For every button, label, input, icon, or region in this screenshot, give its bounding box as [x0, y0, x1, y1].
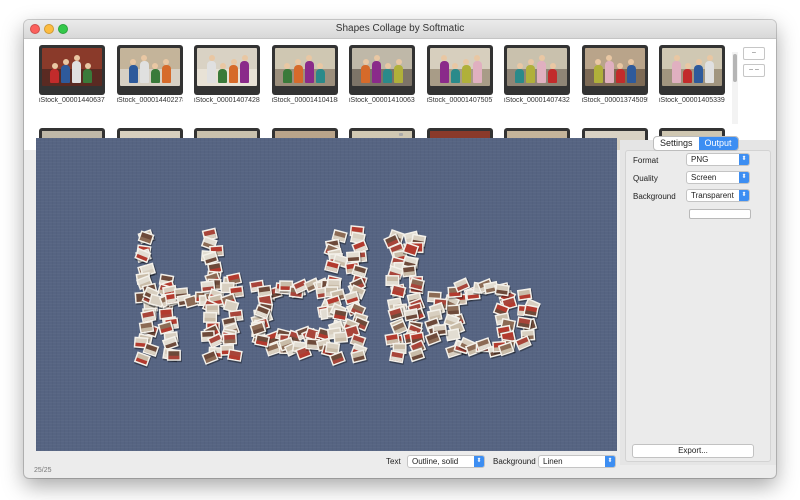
- panel-tabs: Settings Output: [653, 136, 739, 151]
- export-button[interactable]: Export...: [632, 444, 754, 458]
- thumbnail[interactable]: iStock_000014402278_l: [116, 45, 183, 104]
- remove-all-button[interactable]: – –: [743, 64, 765, 77]
- thumbnail[interactable]: iStock_000014074324_l: [504, 45, 570, 104]
- canvas-background-popup[interactable]: Linen ⬍: [538, 455, 616, 468]
- text-style-popup[interactable]: Outline, solid ⬍: [407, 455, 485, 468]
- thumbnail-filename: iStock_000014402278_l: [116, 97, 183, 104]
- thumbnail-filename: iStock_000014104188_l: [271, 97, 338, 104]
- image-count: 25/25: [34, 467, 52, 474]
- thumbnail-image: [271, 45, 338, 95]
- format-value: PNG: [691, 155, 709, 164]
- thumbnail-image: [116, 45, 183, 95]
- hello-collage: [133, 225, 542, 369]
- thumbnail-image: [581, 45, 648, 95]
- thumbnail[interactable]: iStock_000014053390_: [659, 45, 725, 104]
- collage-tile: [516, 316, 533, 332]
- background-value: Transparent: [691, 191, 734, 200]
- text-style-label: Text: [386, 457, 401, 466]
- format-label: Format: [633, 156, 659, 165]
- thumbnail-image: [39, 45, 105, 95]
- chevron-updown-icon: ⬍: [605, 456, 615, 467]
- canvas-background-value: Linen: [543, 457, 563, 466]
- chevron-updown-icon: ⬍: [739, 190, 749, 201]
- app-window: Shapes Collage by Softmatic iStock_00001…: [24, 20, 776, 478]
- thumbnail-filename: iStock_000014074324_l: [504, 97, 570, 104]
- thumbnail-filename: iStock_000014075057_l: [426, 97, 493, 104]
- collage-tile: [494, 283, 511, 298]
- quality-popup[interactable]: Screen ⬍: [686, 171, 750, 184]
- collage-tile: [389, 350, 406, 366]
- collage-tile: [166, 349, 182, 363]
- thumbnail-image: [659, 45, 725, 95]
- collage-canvas[interactable]: [36, 138, 617, 451]
- thumbnail-filename: iStock_000014053390_: [659, 97, 725, 104]
- quality-label: Quality: [633, 174, 658, 183]
- canvas-background-label: Background: [493, 457, 536, 466]
- chevron-updown-icon: ⬍: [739, 172, 749, 183]
- thumbnail-image: [194, 45, 260, 95]
- thumbnail-filename: iStock_000014406374_: [39, 97, 105, 104]
- scrollbar-knob[interactable]: [733, 54, 737, 82]
- split-handle[interactable]: [399, 133, 403, 136]
- background-color-well[interactable]: [689, 209, 751, 219]
- tab-settings[interactable]: Settings: [654, 137, 699, 150]
- thumbnail-filename: iStock_000014100637_l: [349, 97, 415, 104]
- remove-image-button[interactable]: –: [743, 47, 765, 60]
- thumbnail[interactable]: iStock_000014074287_l: [194, 45, 260, 104]
- thumbnail-image: [426, 45, 493, 95]
- thumbnail[interactable]: iStock_000013745095_l: [581, 45, 648, 104]
- tab-output[interactable]: Output: [698, 137, 738, 150]
- collage-tile: [138, 320, 156, 336]
- thumbnail[interactable]: iStock_000014406374_: [39, 45, 105, 104]
- thumbnail[interactable]: iStock_000014104188_l: [271, 45, 338, 104]
- thumbnail-filename: iStock_000013745095_l: [581, 97, 648, 104]
- thumbnail-filename: iStock_000014074287_l: [194, 97, 260, 104]
- window-title: Shapes Collage by Softmatic: [335, 23, 465, 34]
- thumbnail[interactable]: iStock_000014100637_l: [349, 45, 415, 104]
- text-style-value: Outline, solid: [412, 457, 459, 466]
- thumbnail[interactable]: iStock_000014075057_l: [426, 45, 493, 104]
- collage-tile: [222, 333, 239, 347]
- thumbnail-image: [504, 45, 570, 95]
- collage-tile: [227, 348, 244, 364]
- quality-value: Screen: [691, 173, 717, 182]
- thumbnail-image: [349, 45, 415, 95]
- title-bar: Shapes Collage by Softmatic: [24, 20, 776, 39]
- format-popup[interactable]: PNG ⬍: [686, 153, 750, 166]
- background-popup[interactable]: Transparent ⬍: [686, 189, 750, 202]
- chevron-updown-icon: ⬍: [474, 456, 484, 467]
- chevron-updown-icon: ⬍: [739, 154, 749, 165]
- background-label: Background: [633, 192, 676, 201]
